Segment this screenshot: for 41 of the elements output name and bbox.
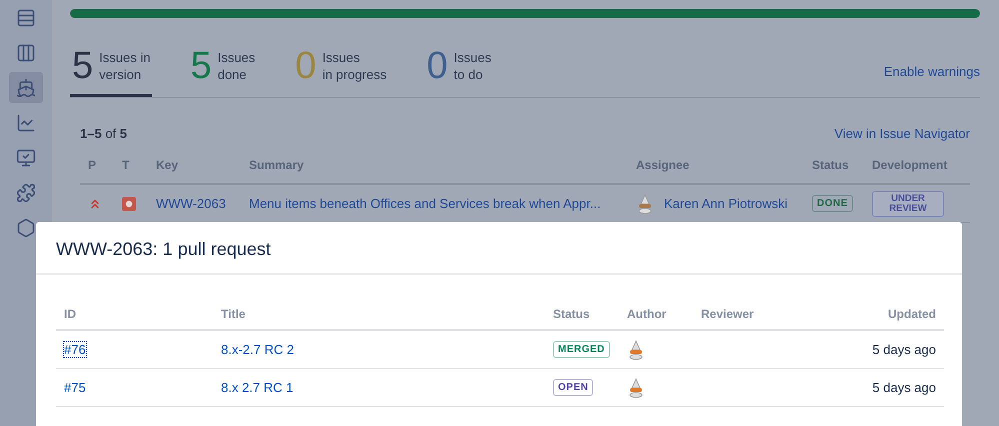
pull-request-title-link[interactable]: 8.x-2.7 RC 2 <box>221 342 294 357</box>
updated-time: 5 days ago <box>872 342 936 357</box>
line-chart-icon <box>16 112 36 132</box>
issue-navigator-link[interactable]: View in Issue Navigator <box>834 126 970 141</box>
avatar-icon <box>636 194 654 214</box>
column-header: Author <box>626 307 668 321</box>
column-header: Summary <box>248 158 305 172</box>
avatar-icon <box>627 340 645 360</box>
column-header: Assignee <box>635 158 690 172</box>
pull-request-id-link[interactable]: #76 <box>64 342 86 357</box>
stack-icon <box>16 8 36 28</box>
column-header: Key <box>155 158 180 172</box>
monitor-icon <box>16 148 36 168</box>
dialog-title: WWW-2063: 1 pull request <box>36 222 962 275</box>
bug-type-icon <box>122 196 136 210</box>
column-header: T <box>121 158 130 172</box>
columns-icon <box>16 42 36 62</box>
column-header: Title <box>220 307 246 321</box>
column-header: P <box>87 158 98 172</box>
status-lozenge: DONE <box>812 195 853 212</box>
column-header: Updated <box>887 307 937 321</box>
pull-request-title-link[interactable]: 8.x 2.7 RC 1 <box>221 380 294 395</box>
status-lozenge: OPEN <box>553 379 594 396</box>
issue-key-link[interactable]: WWW-2063 <box>156 196 226 211</box>
column-header: Reviewer <box>700 307 755 321</box>
column-header: Status <box>552 307 591 321</box>
issue-summary-link[interactable]: Menu items beneath Offices and Services break when Appr... <box>249 196 601 211</box>
updated-time: 5 days ago <box>872 380 936 395</box>
column-header: ID <box>63 307 77 321</box>
ship-icon <box>16 78 36 98</box>
assignee-link[interactable]: Karen Ann Piotrowski <box>664 196 788 211</box>
status-lozenge: MERGED <box>553 341 610 358</box>
puzzle-icon <box>16 182 36 202</box>
hexagon-icon <box>16 218 36 238</box>
column-header: Development <box>871 158 948 172</box>
issue-count: 1–5 of 5 <box>80 126 128 141</box>
development-button[interactable]: UNDER REVIEW <box>872 190 944 216</box>
column-header: Status <box>811 158 850 172</box>
enable-warnings-link[interactable]: Enable warnings <box>884 64 980 79</box>
avatar-icon <box>627 378 645 398</box>
pull-request-id-link[interactable]: #75 <box>64 380 86 395</box>
